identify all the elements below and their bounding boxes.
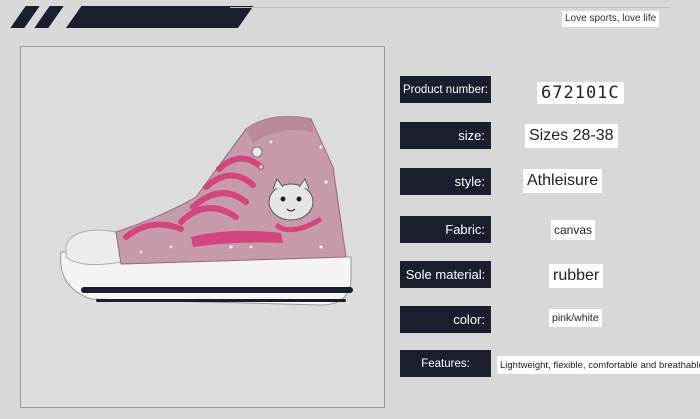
label-style: style: [400, 168, 491, 195]
label-product-number: Product number: [400, 76, 491, 103]
slogan: Love sports, love life [562, 11, 660, 27]
header-divider [230, 7, 670, 8]
value-product-number: 672101C [537, 82, 624, 104]
value-color: pink/white [549, 309, 602, 327]
label-sole-material: Sole material: [400, 261, 491, 288]
decor-banner [66, 6, 254, 28]
label-size: size: [400, 122, 491, 149]
value-style: Athleisure [523, 169, 603, 193]
value-fabric: canvas [551, 220, 596, 240]
label-color: color: [400, 306, 491, 333]
product-photo [20, 46, 385, 408]
decor-stripe-2 [34, 6, 64, 28]
sneaker-image [60, 116, 353, 306]
label-fabric: Fabric: [400, 216, 491, 243]
value-features: Lightweight, flexible, comfortable and b… [497, 356, 700, 374]
value-sole-material: rubber [549, 264, 604, 288]
value-size: Sizes 28-38 [525, 124, 618, 148]
label-features: Features: [400, 350, 491, 377]
